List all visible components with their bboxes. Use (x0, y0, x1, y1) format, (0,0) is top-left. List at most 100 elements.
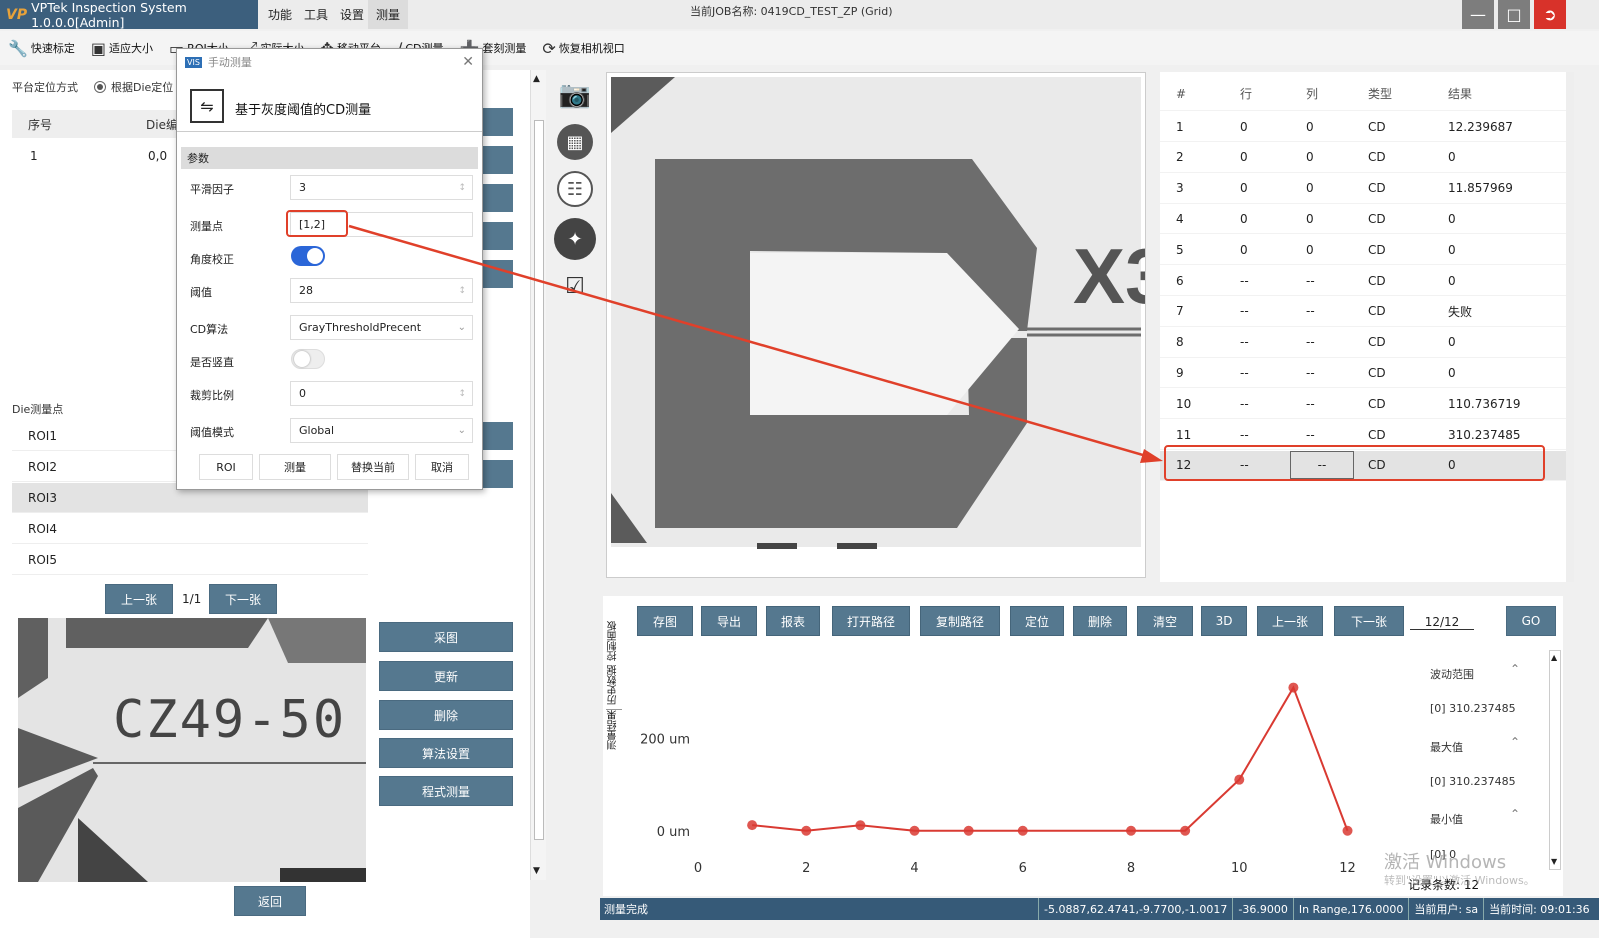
data-point[interactable] (963, 825, 974, 836)
chart-prev-button[interactable]: 上一张 (1257, 606, 1323, 636)
chart-next-button[interactable]: 下一张 (1334, 606, 1404, 636)
angle-toggle[interactable] (291, 246, 325, 266)
data-point[interactable] (1342, 825, 1353, 836)
roi-button[interactable]: ROI (199, 454, 253, 480)
report-button[interactable]: 报表 (766, 606, 820, 636)
scroll-thumb[interactable] (534, 120, 544, 840)
scroll-down-icon[interactable]: ▼ (1551, 857, 1557, 866)
table-row[interactable]: 1 0 0 CD 12.239687 (1160, 112, 1566, 142)
satellite-icon[interactable]: ✦ (554, 218, 596, 260)
dialog-titlebar[interactable]: VIS 手动测量 ✕ (177, 49, 482, 75)
collapse-icon[interactable]: ⌃ (1510, 662, 1520, 676)
go-button[interactable]: GO (1506, 606, 1556, 636)
3d-button[interactable]: 3D (1201, 606, 1247, 636)
menu-function[interactable]: 功能 (260, 0, 300, 29)
cancel-button[interactable]: 取消 (415, 454, 469, 480)
side-button-2[interactable] (482, 146, 513, 174)
clear-button[interactable]: 清空 (1137, 606, 1193, 636)
delete-record-button[interactable]: 删除 (1073, 606, 1127, 636)
collapse-icon[interactable]: ⌃ (1510, 807, 1520, 821)
back-button[interactable]: 返回 (234, 886, 306, 916)
menu-settings[interactable]: 设置 (332, 0, 372, 29)
capture-button[interactable]: 采图 (379, 622, 513, 652)
update-button[interactable]: 更新 (379, 661, 513, 691)
smooth-label: 平滑因子 (190, 183, 234, 196)
quick-calibrate-button[interactable]: 🔧 快速标定 (0, 33, 83, 63)
collapse-icon[interactable]: ⌃ (1510, 735, 1520, 749)
data-point[interactable] (1180, 825, 1191, 836)
algo-select[interactable]: GrayThresholdPrecent ⌄ (290, 315, 473, 340)
open-path-button[interactable]: 打开路径 (832, 606, 910, 636)
save-image-button[interactable]: 存图 (637, 606, 693, 636)
data-point[interactable] (1126, 825, 1137, 836)
replace-current-button[interactable]: 替换当前 (337, 454, 409, 480)
side-button-5[interactable] (482, 260, 513, 288)
side-button-4[interactable] (482, 222, 513, 250)
image-viewer[interactable]: X3 (606, 72, 1168, 578)
scroll-up-icon[interactable]: ▲ (533, 74, 540, 84)
program-measure-button[interactable]: 程式测量 (379, 776, 513, 806)
table-row[interactable]: 3 0 0 CD 11.857969 (1160, 174, 1566, 204)
data-point[interactable] (801, 825, 812, 836)
data-point[interactable] (1234, 774, 1245, 785)
locate-button[interactable]: 定位 (1010, 606, 1064, 636)
scroll-down-icon[interactable]: ▼ (533, 866, 540, 876)
side-button-3[interactable] (482, 184, 513, 212)
table-scrollbar[interactable] (1566, 72, 1574, 582)
menu-tools[interactable]: 工具 (296, 0, 336, 29)
delete-button[interactable]: 删除 (379, 700, 513, 730)
fit-size-button[interactable]: ▣ 适应大小 (83, 33, 161, 63)
spinner-icon[interactable]: ↕ (458, 183, 466, 193)
maximize-button[interactable]: □ (1498, 0, 1530, 29)
smooth-input[interactable]: 3 ↕ (290, 175, 473, 200)
copy-path-button[interactable]: 复制路径 (920, 606, 1000, 636)
side-button-7[interactable] (482, 460, 513, 488)
table-row[interactable]: 8 -- -- CD 0 (1160, 328, 1566, 358)
export-button[interactable]: 导出 (701, 606, 757, 636)
table-cell: 0 (1448, 242, 1456, 257)
minimize-button[interactable]: — (1462, 0, 1494, 29)
data-point[interactable] (1017, 825, 1028, 836)
scroll-up-icon[interactable]: ▲ (1551, 653, 1557, 662)
table-row[interactable]: 2 0 0 CD 0 (1160, 143, 1566, 173)
table-cell: -- (1240, 273, 1249, 288)
stats-scrollbar[interactable]: ▲ ▼ (1549, 650, 1561, 870)
restore-camera-button[interactable]: ⟳ 恢复相机视口 (534, 33, 632, 63)
data-point[interactable] (909, 825, 920, 836)
threshold-input[interactable]: 28 ↕ (290, 278, 473, 303)
exit-button[interactable]: ➲ (1534, 0, 1566, 29)
data-point[interactable] (855, 820, 866, 831)
mode-select[interactable]: Global ⌄ (290, 418, 473, 443)
grid-list-icon[interactable]: ☷ (557, 171, 593, 207)
table-row[interactable]: 10 -- -- CD 110.736719 (1160, 389, 1566, 420)
data-point[interactable] (747, 820, 758, 831)
side-button-6[interactable] (482, 422, 513, 450)
next-page-button[interactable]: 下一张 (209, 584, 277, 614)
grid-icon[interactable]: ▦ (557, 124, 593, 160)
side-button-1[interactable] (482, 108, 513, 136)
vertical-toggle[interactable] (291, 349, 325, 369)
spinner-icon[interactable]: ↕ (458, 389, 466, 399)
measure-button[interactable]: 测量 (259, 454, 331, 480)
die-radio[interactable]: 根据Die定位 (94, 79, 173, 95)
die-thumbnail[interactable]: CZ49-50 (18, 618, 366, 882)
checklist-icon[interactable]: ☑ (557, 268, 593, 304)
camera-icon[interactable]: 📷 (557, 77, 593, 113)
prev-page-button[interactable]: 上一张 (105, 584, 173, 614)
roi-item[interactable]: ROI5 (12, 545, 368, 575)
spinner-icon[interactable]: ↕ (458, 286, 466, 296)
menu-measure[interactable]: 测量 (368, 0, 409, 29)
table-row[interactable]: 7 -- -- CD 失败 (1160, 297, 1566, 327)
algorithm-settings-button[interactable]: 算法设置 (379, 738, 513, 768)
table-row[interactable]: 9 -- -- CD 0 (1160, 358, 1566, 389)
data-point[interactable] (1288, 682, 1299, 693)
table-cell: CD (1368, 181, 1386, 196)
roi-item[interactable]: ROI4 (12, 514, 368, 544)
left-scrollbar[interactable]: ▲ ▼ (530, 70, 546, 880)
table-row[interactable]: 6 -- -- CD 0 (1160, 266, 1566, 296)
table-row[interactable]: 4 0 0 CD 0 (1160, 204, 1566, 235)
close-icon[interactable]: ✕ (462, 54, 474, 70)
table-row[interactable]: 5 0 0 CD 0 (1160, 235, 1566, 266)
table-cell: CD (1368, 396, 1386, 411)
crop-input[interactable]: 0 ↕ (290, 381, 473, 406)
